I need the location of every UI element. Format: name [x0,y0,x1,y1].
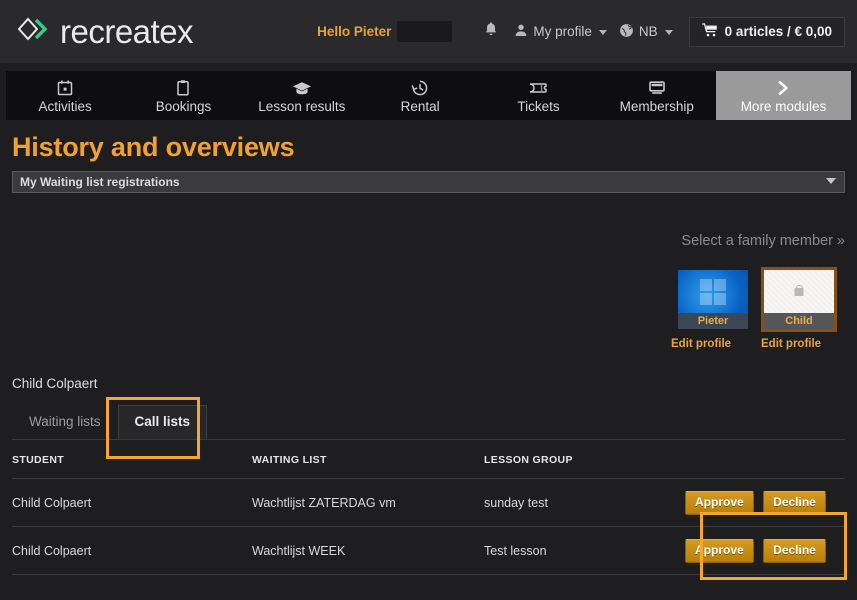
avatar: Child [764,270,834,329]
user-icon [514,23,528,40]
nav-item-lesson-results[interactable]: Lesson results [243,71,361,120]
tab-call-lists[interactable]: Call lists [118,405,208,439]
profile-column-child: Child Edit profile [761,267,837,350]
cell-student: Child Colpaert [12,479,252,527]
caret-down-icon [665,30,673,35]
membership-card-icon [647,79,667,97]
cell-actions: Approve Decline [685,527,845,575]
notifications-button[interactable] [474,17,508,46]
decline-button[interactable]: Decline [763,491,826,515]
nav-label: More modules [741,100,827,114]
nav-item-more-modules[interactable]: More modules [716,71,851,120]
tab-list: Waiting lists Call lists [12,405,845,440]
profile-name: Child [764,313,834,329]
language-menu[interactable]: NB [613,19,679,45]
section-title: Child Colpaert [12,376,845,391]
column-header-waiting-list: WAITING LIST [252,454,484,479]
cell-waiting-list: Wachtlijst WEEK [252,527,484,575]
globe-icon [619,23,634,41]
caret-down-icon [599,30,607,35]
nav-label: Activities [39,100,92,114]
nav-label: Membership [620,100,694,114]
nav-label: Rental [401,100,440,114]
tabs-container: Waiting lists Call lists [12,405,845,440]
lock-placeholder-icon [764,270,834,313]
cell-lesson-group: sunday test [484,479,685,527]
table-header-row: STUDENT WAITING LIST LESSON GROUP [12,454,845,479]
history-clock-icon [411,79,429,97]
table-body: Child Colpaert Wachtlijst ZATERDAG vm su… [12,479,845,575]
ticket-icon [528,79,548,97]
cart-label: 0 articles / € 0,00 [725,24,832,39]
header-right-group: Hello Pieter My profile [317,0,857,63]
profile-name: Pieter [678,313,748,329]
profile-card-pieter[interactable]: Pieter [675,267,751,332]
windows-logo-icon [700,279,726,305]
table-head: STUDENT WAITING LIST LESSON GROUP [12,454,845,479]
cell-lesson-group: Test lesson [484,527,685,575]
clipboard-icon [174,79,192,97]
my-profile-label: My profile [533,24,592,39]
table-row: Child Colpaert Wachtlijst ZATERDAG vm su… [12,479,845,527]
cell-actions: Approve Decline [685,479,845,527]
nav-label: Bookings [156,100,212,114]
view-select[interactable]: My Waiting list registrations [12,171,845,193]
lock-icon [795,288,804,296]
app-header: recreatex Hello Pieter [0,0,857,63]
brand-name: recreatex [60,13,193,51]
main-nav: Activities Bookings Lesson results [6,71,851,120]
edit-profile-link-pieter[interactable]: Edit profile [671,338,751,350]
call-lists-table: STUDENT WAITING LIST LESSON GROUP Child … [12,454,845,575]
nav-item-activities[interactable]: Activities [6,71,124,120]
my-profile-menu[interactable]: My profile [508,19,613,44]
main-content: History and overviews My Waiting list re… [0,132,857,575]
avatar: Pieter [678,270,748,329]
nav-item-bookings[interactable]: Bookings [124,71,242,120]
nav-item-rental[interactable]: Rental [361,71,479,120]
decline-button[interactable]: Decline [763,539,826,563]
view-select-row: My Waiting list registrations [12,171,845,193]
select-family-member-link[interactable]: Select a family member » [12,233,845,249]
graduation-cap-icon [292,79,312,97]
table-row: Child Colpaert Wachtlijst WEEK Test less… [12,527,845,575]
cart-icon [702,23,718,40]
chevron-right-icon [773,79,793,97]
nav-item-tickets[interactable]: Tickets [479,71,597,120]
header-search-input[interactable] [397,21,452,42]
approve-button[interactable]: Approve [685,539,754,563]
column-header-student: STUDENT [12,454,252,479]
greeting-text: Hello Pieter [317,24,391,39]
tab-waiting-lists[interactable]: Waiting lists [12,405,118,439]
nav-label: Tickets [517,100,559,114]
column-header-lesson-group: LESSON GROUP [484,454,685,479]
calendar-icon [56,79,74,97]
family-profiles: Pieter Edit profile Child Edit profile [12,267,845,350]
nav-item-membership[interactable]: Membership [598,71,716,120]
bell-icon [484,24,498,41]
brand-logo[interactable]: recreatex [16,13,193,51]
nav-label: Lesson results [258,100,345,114]
cart-button[interactable]: 0 articles / € 0,00 [689,17,845,47]
profile-column-pieter: Pieter Edit profile [675,267,751,350]
cell-student: Child Colpaert [12,527,252,575]
approve-button[interactable]: Approve [685,491,754,515]
diamond-chevron-logo-icon [16,16,50,47]
language-label: NB [639,24,658,39]
page-title: History and overviews [12,132,845,163]
windows-wallpaper-icon [678,270,748,313]
cell-waiting-list: Wachtlijst ZATERDAG vm [252,479,484,527]
app-page: recreatex Hello Pieter [0,0,857,600]
column-header-actions [685,454,845,479]
profile-card-child[interactable]: Child [761,267,837,332]
edit-profile-link-child[interactable]: Edit profile [761,338,837,350]
